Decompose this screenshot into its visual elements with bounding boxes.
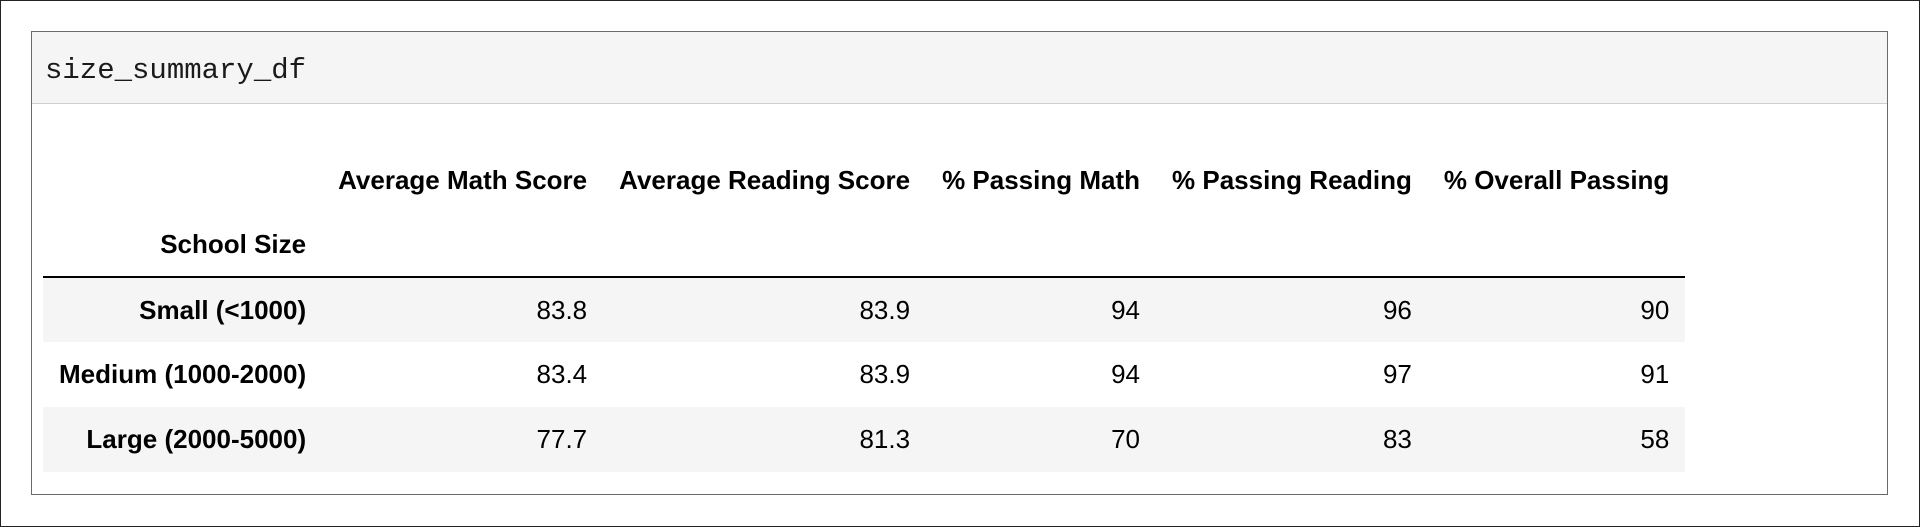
table-cell: 83 [1382, 424, 1412, 454]
table-cell: 58 [1640, 424, 1670, 454]
column-header: % Overall Passing [1443, 164, 1670, 195]
column-header-row: Average Math Score Average Reading Score… [43, 148, 1685, 212]
header-blank [603, 212, 927, 278]
table-cell: 94 [1111, 359, 1141, 389]
row-index-label: Medium (1000-2000) [59, 359, 307, 389]
table-cell: 83.8 [536, 294, 588, 325]
table-cell: 83.9 [859, 359, 911, 389]
table-cell: 94 [1111, 294, 1141, 325]
column-header: % Passing Math [942, 164, 1141, 195]
table-cell: 70 [1111, 424, 1141, 454]
table-cell: 77.7 [536, 424, 588, 454]
code-text: size_summary_df [45, 54, 307, 87]
screenshot-frame: size_summary_df Average Math Score Avera… [0, 0, 1920, 527]
row-index-label: Small (<1000) [139, 294, 307, 325]
index-name-header: School Size [43, 212, 323, 278]
output-area: Average Math Score Average Reading Score… [32, 104, 1887, 494]
table-cell: 91 [1640, 359, 1670, 389]
header-blank [322, 212, 604, 278]
dataframe-table: Average Math Score Average Reading Score… [43, 148, 1686, 472]
table-cell: 97 [1382, 359, 1412, 389]
index-name-row: School Size [43, 212, 1686, 278]
table-cell: 83.4 [536, 359, 588, 389]
column-header: % Passing Reading [1172, 164, 1412, 195]
header-blank [926, 212, 1157, 278]
table-cell: 90 [1640, 294, 1670, 325]
header-blank [1427, 212, 1686, 278]
header-blank [1156, 212, 1428, 278]
column-header: Average Reading Score [619, 164, 911, 195]
table-row: Large (2000-5000) 77.7 81.3 70 83 58 [43, 407, 1686, 472]
row-index-label: Large (2000-5000) [86, 424, 307, 454]
table-row: Medium (1000-2000) 83.4 83.9 94 97 91 [43, 342, 1685, 407]
column-header: Average Math Score [338, 164, 588, 195]
header-blank [43, 148, 322, 212]
table-cell: 83.9 [859, 294, 911, 325]
table-cell: 96 [1382, 294, 1412, 325]
table-cell: 81.3 [859, 424, 911, 454]
notebook-cell: size_summary_df Average Math Score Avera… [31, 31, 1888, 495]
code-input-area[interactable]: size_summary_df [32, 32, 1887, 104]
table-row: Small (<1000) 83.8 83.9 94 96 90 [43, 277, 1686, 342]
